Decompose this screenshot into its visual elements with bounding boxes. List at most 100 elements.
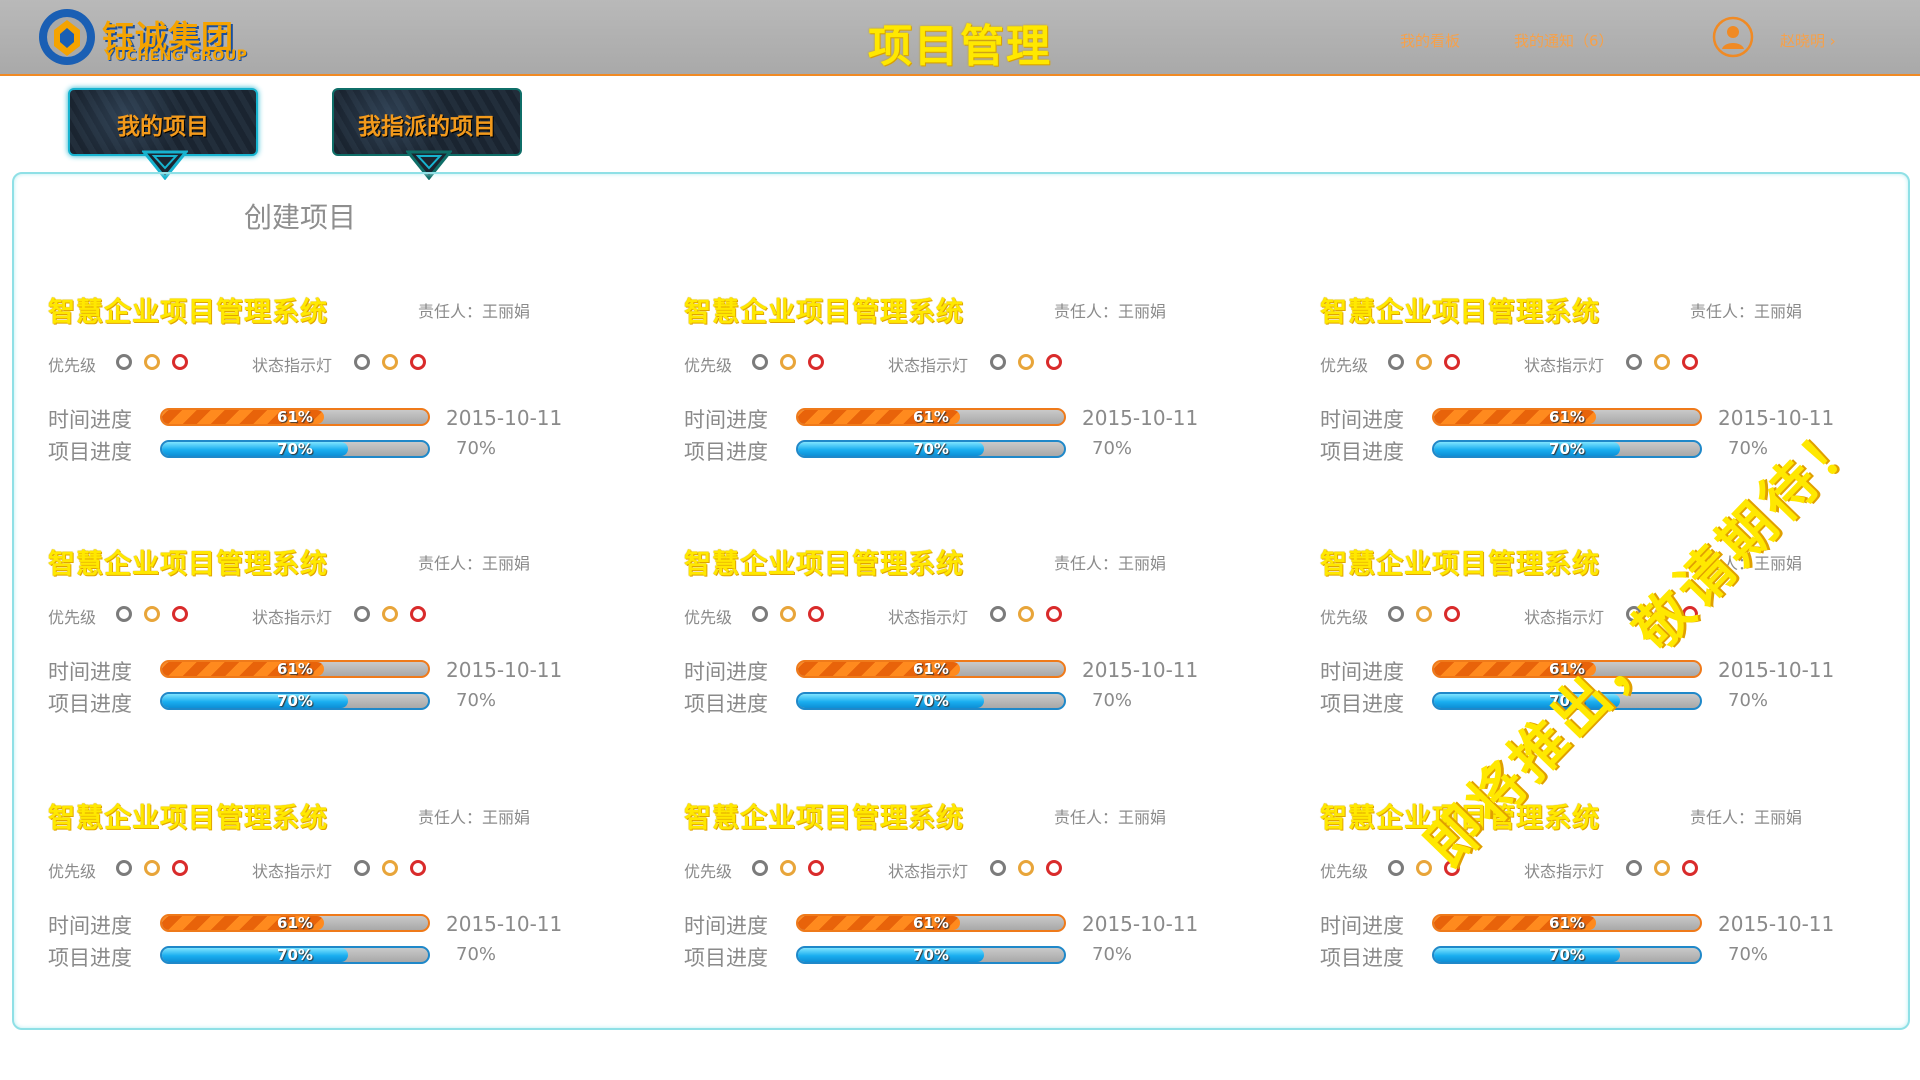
project-card[interactable]: 智慧企业项目管理系统 责任人：王丽娟 优先级 状态指示灯 时间进度 61% 20… (48, 542, 648, 742)
priority-indicator-2[interactable] (808, 354, 824, 370)
status-indicator-0[interactable] (990, 606, 1006, 622)
status-indicator-2[interactable] (410, 354, 426, 370)
status-indicator-0[interactable] (990, 354, 1006, 370)
status-indicator-1[interactable] (1654, 606, 1670, 622)
priority-indicator-2[interactable] (1444, 606, 1460, 622)
status-indicator-2[interactable] (1682, 860, 1698, 876)
priority-indicator-2[interactable] (1444, 354, 1460, 370)
time-progress-label: 时间进度 (684, 408, 768, 432)
time-progress-label: 时间进度 (1320, 914, 1404, 938)
project-progress-value: 70% (1092, 944, 1133, 965)
project-title[interactable]: 智慧企业项目管理系统 (1320, 796, 1600, 835)
project-card[interactable]: 智慧企业项目管理系统 责任人：王丽娟 优先级 状态指示灯 时间进度 61% 20… (1320, 542, 1920, 742)
status-indicator-1[interactable] (382, 606, 398, 622)
priority-indicator-0[interactable] (752, 606, 768, 622)
project-owner: 责任人：王丽娟 (418, 808, 531, 827)
project-progress-text: 70% (1549, 946, 1585, 964)
status-indicator-2[interactable] (1046, 354, 1062, 370)
project-progress-label: 项目进度 (48, 440, 132, 464)
status-indicator-2[interactable] (1682, 354, 1698, 370)
priority-indicator-1[interactable] (1416, 860, 1432, 876)
status-indicator-0[interactable] (354, 606, 370, 622)
priority-indicator-1[interactable] (780, 606, 796, 622)
project-card[interactable]: 智慧企业项目管理系统 责任人：王丽娟 优先级 状态指示灯 时间进度 61% 20… (684, 542, 1284, 742)
project-card[interactable]: 智慧企业项目管理系统 责任人：王丽娟 优先级 状态指示灯 时间进度 61% 20… (1320, 796, 1920, 996)
tab-my-projects[interactable]: 我的项目 (68, 88, 258, 180)
priority-indicator-1[interactable] (1416, 354, 1432, 370)
time-progress-bar: 61% (160, 914, 430, 932)
project-progress-label: 项目进度 (684, 692, 768, 716)
priority-indicator-0[interactable] (116, 606, 132, 622)
status-indicator-0[interactable] (354, 354, 370, 370)
priority-indicator-0[interactable] (116, 860, 132, 876)
priority-indicator-0[interactable] (752, 354, 768, 370)
status-indicator-1[interactable] (1018, 354, 1034, 370)
user-avatar-icon[interactable] (1712, 16, 1754, 58)
status-indicator-0[interactable] (1626, 860, 1642, 876)
priority-indicator-1[interactable] (144, 606, 160, 622)
status-indicator-0[interactable] (1626, 354, 1642, 370)
status-indicator-0[interactable] (354, 860, 370, 876)
tab-assigned-projects[interactable]: 我指派的项目 (332, 88, 522, 180)
status-label: 状态指示灯 (888, 356, 969, 375)
status-indicator-2[interactable] (1046, 860, 1062, 876)
priority-indicator-2[interactable] (172, 860, 188, 876)
my-notifications-link[interactable]: 我的通知（6） (1514, 30, 1614, 51)
status-indicator-2[interactable] (410, 606, 426, 622)
project-title[interactable]: 智慧企业项目管理系统 (48, 796, 328, 835)
priority-indicator-1[interactable] (780, 354, 796, 370)
status-indicator-0[interactable] (1626, 606, 1642, 622)
priority-indicator-0[interactable] (1388, 606, 1404, 622)
status-indicator-1[interactable] (382, 354, 398, 370)
project-title[interactable]: 智慧企业项目管理系统 (684, 542, 964, 581)
my-board-link[interactable]: 我的看板 (1400, 30, 1460, 51)
status-indicator-1[interactable] (1018, 860, 1034, 876)
priority-indicator-2[interactable] (1444, 860, 1460, 876)
priority-indicator-0[interactable] (1388, 354, 1404, 370)
project-progress-bar: 70% (796, 692, 1066, 710)
priority-indicator-0[interactable] (752, 860, 768, 876)
create-project-button[interactable]: 创建项目 (244, 196, 356, 236)
status-indicator-1[interactable] (1018, 606, 1034, 622)
project-title[interactable]: 智慧企业项目管理系统 (1320, 290, 1600, 329)
status-indicator-2[interactable] (1046, 606, 1062, 622)
project-title[interactable]: 智慧企业项目管理系统 (1320, 542, 1600, 581)
project-card[interactable]: 智慧企业项目管理系统 责任人：王丽娟 优先级 状态指示灯 时间进度 61% 20… (684, 796, 1284, 996)
project-card[interactable]: 智慧企业项目管理系统 责任人：王丽娟 优先级 状态指示灯 时间进度 61% 20… (48, 796, 648, 996)
project-progress-label: 项目进度 (48, 692, 132, 716)
priority-indicator-2[interactable] (808, 860, 824, 876)
priority-indicator-0[interactable] (116, 354, 132, 370)
status-label: 状态指示灯 (888, 862, 969, 881)
priority-indicator-2[interactable] (808, 606, 824, 622)
priority-indicator-1[interactable] (144, 860, 160, 876)
status-indicator-2[interactable] (1682, 606, 1698, 622)
status-indicator-1[interactable] (1654, 354, 1670, 370)
project-owner: 责任人：王丽娟 (1690, 554, 1803, 573)
status-label: 状态指示灯 (252, 862, 333, 881)
company-logo[interactable]: 钰诚集团 YUCHENG GROUP (36, 4, 256, 70)
time-progress-bar: 61% (796, 660, 1066, 678)
status-indicator-2[interactable] (410, 860, 426, 876)
project-title[interactable]: 智慧企业项目管理系统 (48, 290, 328, 329)
time-progress-bar: 61% (1432, 914, 1702, 932)
priority-indicator-2[interactable] (172, 354, 188, 370)
project-card[interactable]: 智慧企业项目管理系统 责任人：王丽娟 优先级 状态指示灯 时间进度 61% 20… (1320, 290, 1920, 490)
project-card[interactable]: 智慧企业项目管理系统 责任人：王丽娟 优先级 状态指示灯 时间进度 61% 20… (48, 290, 648, 490)
project-owner: 责任人：王丽娟 (1054, 302, 1167, 321)
project-progress-label: 项目进度 (684, 440, 768, 464)
priority-indicator-1[interactable] (144, 354, 160, 370)
user-menu[interactable]: 赵晓明 › (1780, 30, 1836, 51)
project-card[interactable]: 智慧企业项目管理系统 责任人：王丽娟 优先级 状态指示灯 时间进度 61% 20… (684, 290, 1284, 490)
status-label: 状态指示灯 (252, 608, 333, 627)
project-title[interactable]: 智慧企业项目管理系统 (48, 542, 328, 581)
priority-indicator-1[interactable] (1416, 606, 1432, 622)
project-title[interactable]: 智慧企业项目管理系统 (684, 796, 964, 835)
priority-indicator-2[interactable] (172, 606, 188, 622)
project-title[interactable]: 智慧企业项目管理系统 (684, 290, 964, 329)
priority-label: 优先级 (48, 862, 97, 881)
status-indicator-1[interactable] (382, 860, 398, 876)
status-indicator-1[interactable] (1654, 860, 1670, 876)
priority-indicator-0[interactable] (1388, 860, 1404, 876)
priority-indicator-1[interactable] (780, 860, 796, 876)
status-indicator-0[interactable] (990, 860, 1006, 876)
